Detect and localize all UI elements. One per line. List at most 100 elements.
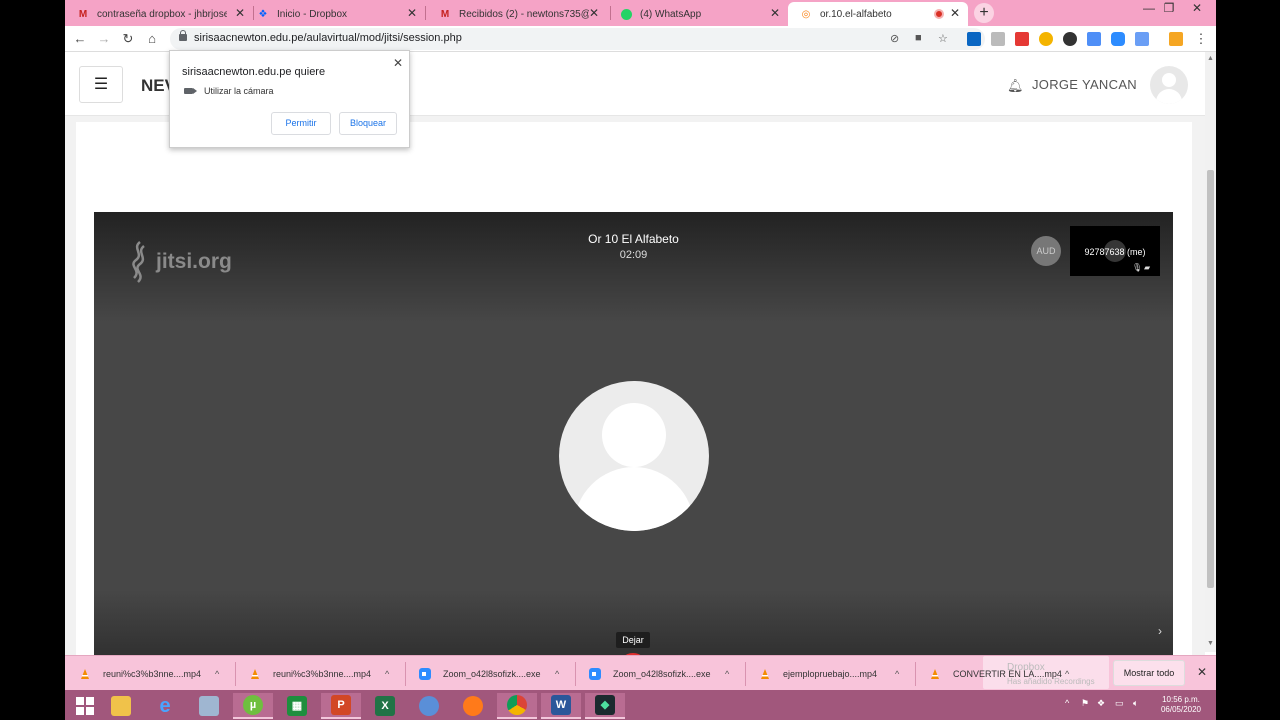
chevron-up-icon[interactable]: ^	[215, 669, 219, 679]
jitsi-meeting: jitsi.org Or 10 El Alfabeto 02:09 AUD 92…	[94, 212, 1173, 690]
block-button[interactable]: Bloquear	[339, 112, 397, 135]
download-filename: reuni%c3%b3nne....mp4	[273, 669, 372, 679]
app-icon	[419, 696, 439, 716]
self-video-thumbnail[interactable]: 92787638 (me) 🎙︎ ▰	[1070, 226, 1160, 276]
close-icon[interactable]: ✕	[589, 6, 599, 20]
lock-icon	[179, 30, 187, 41]
taskbar-file-explorer[interactable]	[101, 693, 141, 719]
download-filename: CONVERTIR EN LA....mp4	[953, 669, 1062, 679]
puzzle-extension-icon[interactable]	[1169, 32, 1183, 46]
dropbox-tray-icon[interactable]: ❖	[1097, 698, 1105, 709]
tab-or10-alfabeto[interactable]: ◎ or.10.el-alfabeto ✕	[788, 2, 968, 26]
download-item[interactable]: reuni%c3%b3nne....mp4 ^	[249, 664, 399, 684]
download-item[interactable]: ejemplopruebajo....mp4 ^	[759, 664, 909, 684]
camera-icon[interactable]: ■	[915, 32, 922, 44]
volume-icon[interactable]: 🔈︎	[1133, 698, 1138, 709]
tab-separator	[425, 6, 426, 20]
home-icon[interactable]: ⌂	[142, 30, 162, 48]
system-clock[interactable]: 10:56 p.m. 06/05/2020	[1151, 695, 1211, 715]
powerpoint-icon: P	[331, 695, 351, 715]
bell-icon[interactable]: 🔔︎	[1007, 78, 1024, 94]
avatar[interactable]	[1150, 66, 1188, 104]
taskbar-utorrent[interactable]: µ	[233, 693, 273, 719]
taskbar-powerpoint[interactable]: P	[321, 693, 361, 719]
site-blocked-icon[interactable]: ⊘	[890, 32, 899, 45]
close-icon[interactable]: ✕	[235, 6, 245, 20]
allow-button[interactable]: Permitir	[271, 112, 331, 135]
menu-dots-icon[interactable]: ⋮	[1191, 30, 1211, 48]
zoom-extension-icon[interactable]	[1111, 32, 1125, 46]
network-icon[interactable]: ▭	[1115, 698, 1124, 709]
jitsi-logo-icon	[132, 241, 145, 283]
gmail-icon: M	[78, 8, 88, 20]
tab-whatsapp[interactable]: (4) WhatsApp ✕	[608, 2, 788, 26]
windows-icon	[76, 697, 94, 715]
page-scrollbar[interactable]: ▲ ▼	[1205, 52, 1216, 652]
taskbar-sheets[interactable]: ▦	[277, 693, 317, 719]
hamburger-menu-button[interactable]: ☰	[79, 66, 123, 103]
chevron-up-icon[interactable]: ^	[1065, 698, 1069, 708]
download-item[interactable]: Zoom_o42l8sofizk....exe ^	[419, 664, 569, 684]
chevron-up-icon[interactable]: ^	[385, 669, 389, 679]
extension-icon[interactable]	[1063, 32, 1077, 46]
taskbar-filmora[interactable]: ◆	[585, 693, 625, 719]
participant-avatar[interactable]: AUD	[1031, 236, 1061, 266]
spreadsheet-icon: ▦	[287, 696, 307, 716]
show-all-downloads-button[interactable]: Mostrar todo	[1113, 660, 1185, 686]
taskbar-app[interactable]	[409, 693, 449, 719]
taskbar-word[interactable]: W	[541, 693, 581, 719]
taskbar-excel[interactable]: X	[365, 693, 405, 719]
chevron-right-icon[interactable]: ›	[1158, 624, 1162, 638]
tab-dropbox-home[interactable]: ❖ Inicio - Dropbox ✕	[245, 2, 425, 26]
tab-strip: M contraseña dropbox - jhbrjose@ ✕ ❖ Ini…	[65, 0, 1216, 26]
tab-label: Inicio - Dropbox	[277, 8, 348, 20]
user-name[interactable]: JORGE YANCAN	[1032, 77, 1137, 92]
maximize-icon[interactable]: ❐	[1155, 0, 1183, 22]
clock-date: 06/05/2020	[1160, 705, 1202, 714]
tab-gmail-inbox[interactable]: M Recibidos (2) - newtons735@gm ✕	[427, 2, 607, 26]
download-item[interactable]: Zoom_o42l8sofizk....exe ^	[589, 664, 739, 684]
close-window-icon[interactable]: ✕	[1183, 0, 1211, 22]
address-bar[interactable]: sirisaacnewton.edu.pe/aulavirtual/mod/ji…	[170, 28, 985, 50]
bookmark-star-icon[interactable]: ☆	[938, 32, 948, 45]
scroll-up-icon[interactable]: ▲	[1207, 55, 1214, 62]
scroll-down-icon[interactable]: ▼	[1207, 640, 1214, 647]
new-tab-button[interactable]: +	[974, 3, 994, 23]
back-icon[interactable]: ←	[70, 30, 90, 48]
extension-icon[interactable]	[1087, 32, 1101, 46]
recording-icon	[934, 9, 944, 19]
taskbar-internet-explorer[interactable]: e	[145, 693, 185, 719]
url-text: sirisaacnewton.edu.pe/aulavirtual/mod/ji…	[194, 32, 462, 44]
firefox-icon	[463, 696, 483, 716]
pen-extension-icon[interactable]	[1135, 32, 1149, 46]
close-icon[interactable]: ✕	[770, 6, 780, 20]
close-icon[interactable]: ✕	[1197, 665, 1207, 679]
tab-gmail-dropbox-password[interactable]: M contraseña dropbox - jhbrjose@ ✕	[65, 2, 253, 26]
chevron-up-icon[interactable]: ^	[895, 669, 899, 679]
camera-icon	[184, 88, 197, 94]
scrollbar-thumb[interactable]	[1207, 170, 1214, 588]
taskbar-firefox[interactable]	[453, 693, 493, 719]
camera-off-icon: ▰	[1144, 263, 1151, 272]
chevron-up-icon[interactable]: ^	[725, 669, 729, 679]
chevron-up-icon[interactable]: ^	[1065, 669, 1069, 679]
close-icon[interactable]: ✕	[393, 56, 403, 70]
close-icon[interactable]: ✕	[950, 6, 960, 20]
todo-extension-icon[interactable]	[1015, 32, 1029, 46]
folder-icon	[111, 696, 131, 716]
chevron-up-icon[interactable]: ^	[555, 669, 559, 679]
close-icon[interactable]: ✕	[407, 6, 417, 20]
linkedin-extension-icon[interactable]	[967, 32, 981, 46]
extension-icon[interactable]	[1039, 32, 1053, 46]
start-button[interactable]	[65, 693, 105, 719]
jitsi-logo[interactable]: jitsi.org	[122, 240, 232, 284]
download-item[interactable]: CONVERTIR EN LA....mp4 ^	[929, 664, 1079, 684]
extension-icon[interactable]	[991, 32, 1005, 46]
download-item[interactable]: reuni%c3%b3nne....mp4 ^	[79, 664, 229, 684]
forward-icon[interactable]: →	[94, 30, 114, 48]
reload-icon[interactable]: ↻	[118, 30, 138, 48]
flag-icon[interactable]: ⚑	[1081, 698, 1089, 709]
taskbar-calculator[interactable]	[189, 693, 229, 719]
filmora-icon: ◆	[595, 695, 615, 715]
taskbar-chrome[interactable]	[497, 693, 537, 719]
